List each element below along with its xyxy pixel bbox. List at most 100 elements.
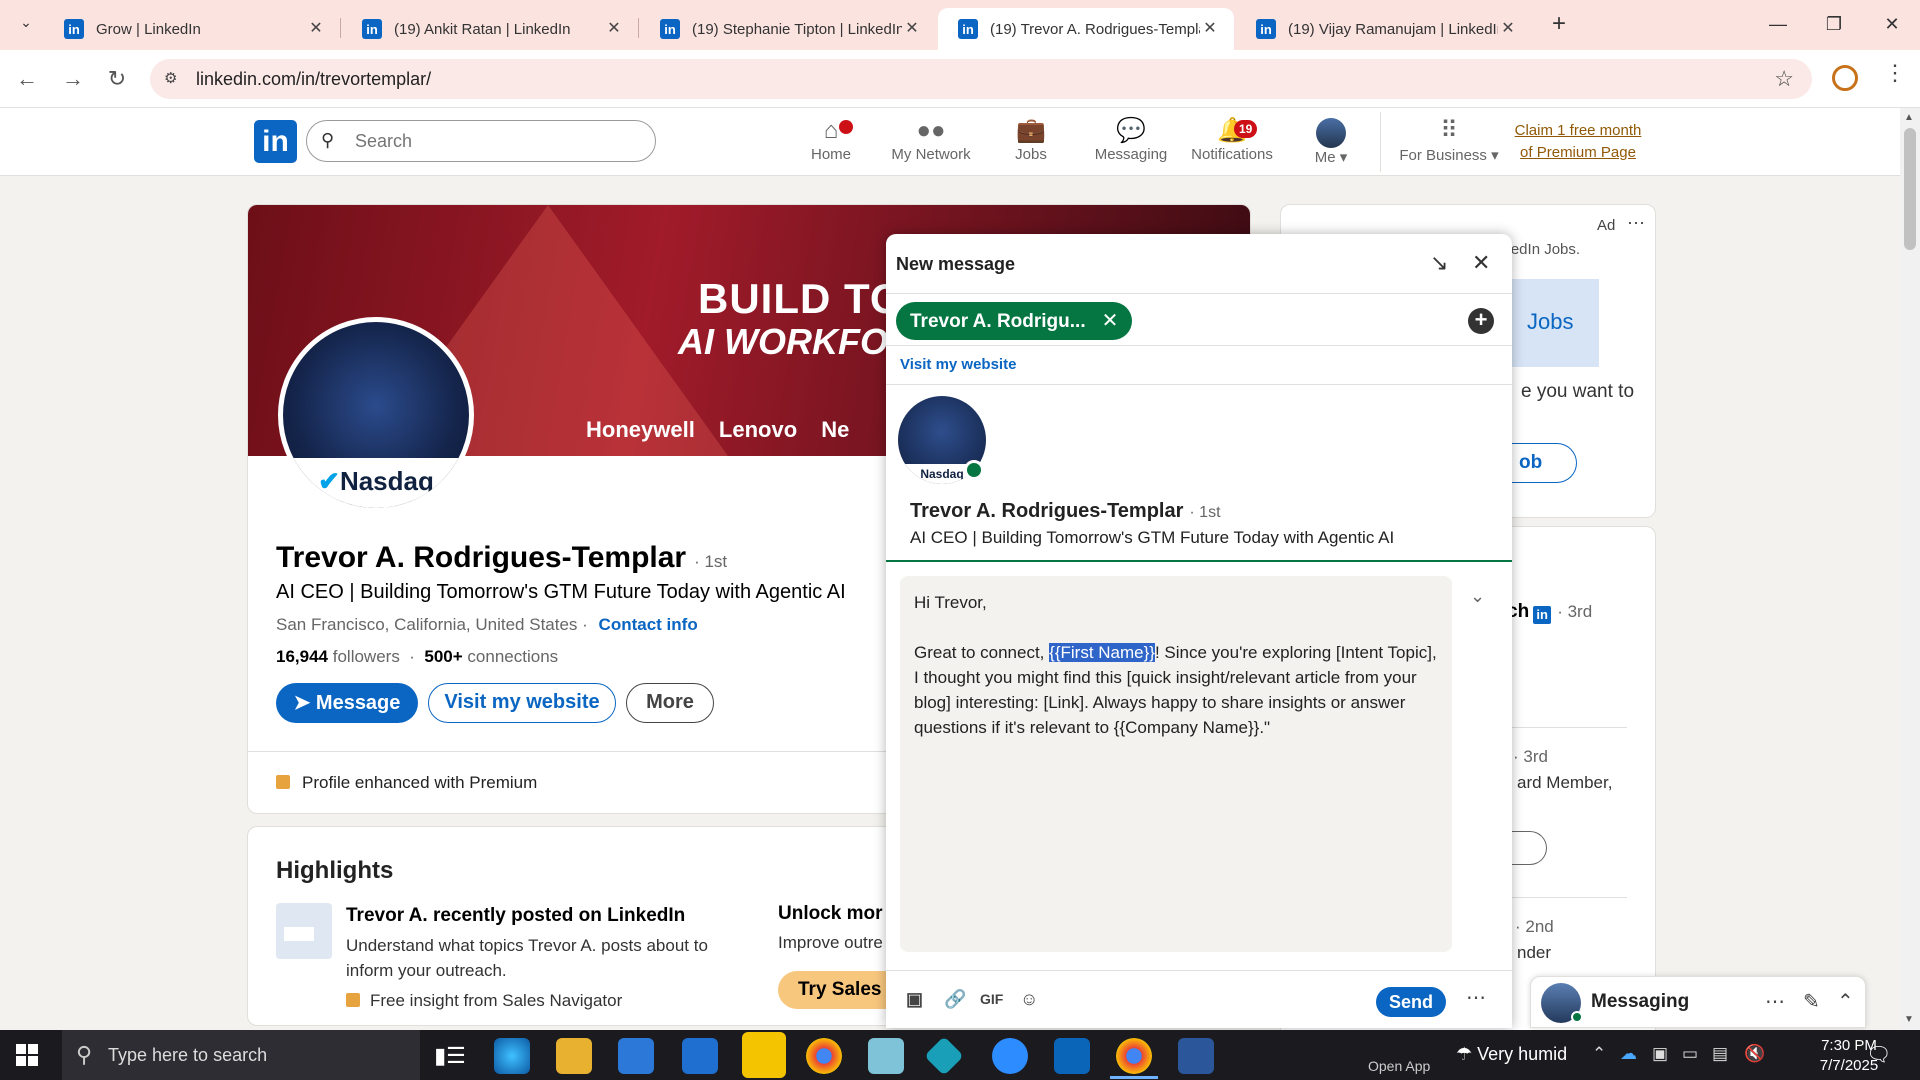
scroll-down-arrow-icon[interactable]: ▼ — [1904, 1014, 1914, 1025]
chevron-up-icon[interactable]: ⌃ — [1837, 989, 1854, 1014]
task-view-icon[interactable]: ▮☰ — [432, 1038, 468, 1074]
taskbar-search-box[interactable]: ⚲ Type here to search — [62, 1030, 420, 1080]
minimize-window-icon[interactable]: — — [1758, 10, 1798, 38]
contact-info-link[interactable]: Contact info — [599, 615, 698, 634]
visit-website-link[interactable]: Visit my website — [900, 356, 1016, 373]
outlook-icon[interactable] — [1054, 1038, 1090, 1074]
nav-my-network[interactable]: ●● My Network — [881, 116, 981, 172]
recipient-pill[interactable]: Trevor A. Rodrigu... ✕ — [896, 302, 1133, 340]
forward-arrow-icon[interactable]: → — [58, 64, 88, 94]
sticky-notes-icon[interactable] — [742, 1032, 786, 1078]
address-bar[interactable]: ⚙ linkedin.com/in/trevortemplar/ ☆ — [150, 59, 1812, 99]
browser-menu-icon[interactable]: ⋮ — [1884, 60, 1906, 86]
more-options-icon[interactable]: ⋯ — [1466, 985, 1486, 1010]
bookmark-star-icon[interactable]: ☆ — [1774, 66, 1794, 92]
premium-offer-link[interactable]: Claim 1 free month of Premium Page — [1508, 120, 1648, 164]
more-options-icon[interactable]: ⋯ — [1627, 213, 1645, 234]
nav-notifications[interactable]: 🔔 Notifications 19 — [1181, 116, 1283, 172]
browser-tab[interactable]: in Grow | LinkedIn ✕ — [44, 8, 340, 50]
word-icon[interactable] — [1178, 1038, 1214, 1074]
chevron-up-icon[interactable]: ⌃ — [1592, 1044, 1606, 1064]
browser-tab[interactable]: in (19) Stephanie Tipton | LinkedIn ✕ — [640, 8, 936, 50]
page-scrollbar[interactable]: ▲ ▼ — [1900, 108, 1920, 1030]
close-icon[interactable]: ✕ — [1472, 250, 1490, 276]
notification-center-icon[interactable]: 🗨 — [1866, 1042, 1891, 1067]
edge-browser-icon[interactable] — [494, 1038, 530, 1074]
browser-tab-active[interactable]: in (19) Trevor A. Rodrigues-Templar ✕ — [938, 8, 1234, 50]
browser-profile-icon[interactable] — [1832, 65, 1858, 91]
add-recipient-icon[interactable]: + — [1468, 308, 1494, 334]
connect-button[interactable] — [1507, 831, 1547, 865]
send-button[interactable]: Send — [1376, 987, 1446, 1017]
weather-status[interactable]: ☂ Very humid — [1456, 1044, 1567, 1065]
tab-close-icon[interactable]: ✕ — [604, 19, 624, 39]
messaging-overlay-bar[interactable]: Messaging ⋯ ✎ ⌃ — [1530, 976, 1866, 1028]
collapse-chevron-icon[interactable]: ⌄ — [1470, 586, 1485, 607]
remove-recipient-icon[interactable]: ✕ — [1102, 310, 1119, 332]
followers-label[interactable]: followers — [333, 647, 400, 666]
scrollbar-thumb[interactable] — [1904, 128, 1916, 250]
restore-window-icon[interactable]: ❐ — [1814, 10, 1854, 38]
nav-jobs[interactable]: 💼 Jobs — [981, 116, 1081, 172]
gif-icon[interactable]: GIF — [980, 991, 1003, 1007]
tab-close-icon[interactable]: ✕ — [1498, 19, 1518, 39]
mail-icon[interactable] — [682, 1038, 718, 1074]
connections-label[interactable]: connections — [467, 647, 558, 666]
tab-close-icon[interactable]: ✕ — [306, 19, 326, 39]
compose-icon[interactable]: ✎ — [1803, 989, 1820, 1014]
tab-search-chevron-icon[interactable]: ⌄ — [14, 14, 38, 36]
attachment-link-icon[interactable]: 🔗 — [944, 989, 966, 1010]
recipient-field[interactable]: Trevor A. Rodrigu... ✕ + — [886, 294, 1512, 346]
windows-start-icon[interactable] — [16, 1044, 38, 1066]
linkedin-search-box[interactable]: ⚲ — [306, 120, 656, 162]
profile-photo[interactable]: ✔Nasdaq — [278, 317, 474, 513]
visit-website-button[interactable]: Visit my website — [428, 683, 616, 723]
nav-for-business[interactable]: ⠿ For Business ▾ — [1394, 116, 1504, 172]
site-info-icon[interactable]: ⚙ — [164, 69, 186, 89]
more-options-icon[interactable]: ⋯ — [1765, 989, 1785, 1014]
close-window-icon[interactable]: ✕ — [1872, 10, 1912, 38]
browser-tab[interactable]: in (19) Ankit Ratan | LinkedIn ✕ — [342, 8, 638, 50]
linkedin-logo-icon[interactable]: in — [254, 120, 297, 163]
weather-icon: ☂ — [1456, 1044, 1478, 1064]
person-suggestion[interactable]: ch in · 3rd — [1507, 601, 1592, 624]
back-arrow-icon[interactable]: ← — [12, 64, 42, 94]
volume-muted-icon[interactable]: 🔇 — [1744, 1044, 1765, 1064]
browser-tab[interactable]: in (19) Vijay Ramanujam | LinkedIn ✕ — [1236, 8, 1532, 50]
chrome-icon[interactable] — [1116, 1038, 1152, 1074]
new-tab-plus-icon[interactable]: + — [1545, 10, 1573, 38]
file-explorer-icon[interactable] — [556, 1038, 592, 1074]
tab-divider — [638, 18, 639, 38]
app-icon[interactable] — [868, 1038, 904, 1074]
profile-headline: AI CEO | Building Tomorrow's GTM Future … — [276, 581, 846, 603]
battery-icon[interactable]: ▭ — [1682, 1044, 1698, 1064]
scroll-up-arrow-icon[interactable]: ▲ — [1904, 112, 1914, 123]
nav-me[interactable]: Me ▾ — [1281, 116, 1381, 172]
nav-messaging[interactable]: 💬 Messaging — [1081, 116, 1181, 172]
app-tray-icon[interactable]: ▣ — [1652, 1044, 1668, 1064]
recipient-name[interactable]: Trevor A. Rodrigues-Templar — [910, 500, 1183, 522]
tab-close-icon[interactable]: ✕ — [902, 19, 922, 39]
reload-icon[interactable]: ↻ — [102, 64, 132, 94]
chrome-icon[interactable] — [806, 1038, 842, 1074]
emoji-icon[interactable]: ☺ — [1020, 989, 1038, 1010]
search-input[interactable] — [355, 129, 635, 153]
message-button[interactable]: ➤ Message — [276, 683, 418, 723]
onedrive-cloud-icon[interactable]: ☁ — [1620, 1044, 1637, 1064]
tab-close-icon[interactable]: ✕ — [1200, 19, 1220, 39]
app-icon[interactable] — [924, 1036, 964, 1076]
recent-post-link[interactable]: Trevor A. recently posted on LinkedIn — [346, 905, 685, 927]
message-body-input[interactable]: Hi Trevor, Great to connect, {{First Nam… — [900, 576, 1452, 952]
microsoft-store-icon[interactable] — [618, 1038, 654, 1074]
url-text[interactable]: linkedin.com/in/trevortemplar/ — [196, 69, 431, 90]
image-attach-icon[interactable]: ▣ — [906, 989, 923, 1010]
messaging-title[interactable]: Messaging — [1591, 991, 1689, 1013]
nav-home[interactable]: ⌂ Home — [781, 116, 881, 172]
network-icon[interactable]: ▤ — [1712, 1044, 1728, 1064]
open-app-label[interactable]: Open App — [1368, 1058, 1430, 1074]
zoom-icon[interactable] — [992, 1038, 1028, 1074]
header-divider — [1380, 112, 1381, 172]
more-button[interactable]: More — [626, 683, 714, 723]
minimize-dialog-icon[interactable]: ↘ — [1430, 250, 1448, 276]
ad-cta-button[interactable]: ob — [1507, 443, 1577, 483]
